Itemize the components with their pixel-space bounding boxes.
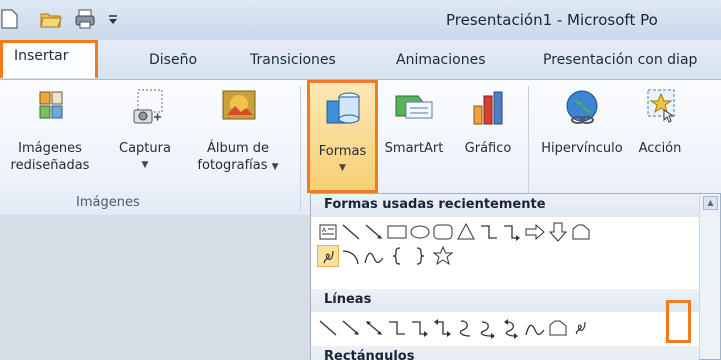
curve-shape-icon[interactable] (363, 245, 385, 267)
text-box-shape-icon[interactable]: A (317, 221, 339, 243)
elbow-arrow-connector-shape-icon[interactable] (501, 221, 523, 243)
captura-button[interactable]: Captura ▼ (110, 88, 180, 174)
tab-transiciones[interactable]: Transiciones (250, 52, 336, 68)
window-title: Presentación1 - Microsoft Po (446, 11, 658, 29)
tab-insertar[interactable]: Insertar (0, 40, 98, 78)
customize-toolbar-icon[interactable] (106, 8, 120, 30)
tab-insertar-label: Insertar (14, 48, 69, 64)
lines-shapes-row (317, 317, 697, 343)
left-brace-shape-icon[interactable] (386, 245, 408, 267)
album-label-2-text: fotografías (197, 158, 268, 173)
photo-album-icon (222, 90, 256, 120)
freeform-scribble-shape-icon[interactable] (317, 245, 339, 267)
new-document-icon[interactable] (0, 8, 22, 30)
captura-caret-icon[interactable]: ▼ (110, 157, 180, 174)
down-arrow-shape-icon[interactable] (547, 221, 569, 243)
smartart-button[interactable]: SmartArt (380, 88, 448, 157)
triangle-shape-icon[interactable] (455, 221, 477, 243)
scroll-up-arrow-icon[interactable]: ▲ (703, 196, 718, 210)
elbow-arrow-connector-icon[interactable] (409, 317, 431, 339)
arrow-line-shape-icon[interactable] (363, 221, 385, 243)
accion-label: Acción (638, 141, 682, 156)
elbow-connector-icon[interactable] (386, 317, 408, 339)
line-icon[interactable] (317, 317, 339, 339)
shapes-icon (326, 92, 359, 124)
rounded-rectangle-shape-icon[interactable] (432, 221, 454, 243)
smartart-label: SmartArt (384, 141, 444, 156)
album-caret-icon[interactable]: ▼ (272, 162, 279, 172)
curved-connector-icon[interactable] (455, 317, 477, 339)
right-brace-shape-icon[interactable] (409, 245, 431, 267)
accion-button[interactable]: Acción (632, 88, 688, 157)
group-separator (300, 86, 301, 210)
curve-icon[interactable] (524, 317, 546, 339)
action-star-icon (647, 89, 675, 123)
rectangles-header: Rectángulos (311, 346, 699, 360)
captura-label: Captura (119, 141, 171, 156)
right-arrow-shape-icon[interactable] (524, 221, 546, 243)
imagenes-label-1: Imágenes (18, 141, 82, 156)
hipervinculo-label: Hipervínculo (541, 141, 623, 156)
print-icon[interactable] (74, 8, 96, 30)
star-shape-icon[interactable] (432, 245, 454, 267)
group-imagenes-label: Imágenes (76, 195, 140, 210)
gallery-scrollbar[interactable]: ▲ (699, 194, 720, 359)
hipervinculo-button[interactable]: Hipervínculo (536, 88, 628, 157)
scribble-highlight-box (666, 300, 691, 343)
imagenes-redisenadas-button[interactable]: Imágenes rediseñadas (2, 88, 98, 174)
tab-animaciones[interactable]: Animaciones (396, 52, 486, 68)
clip-art-icon (39, 91, 63, 119)
curved-double-arrow-connector-icon[interactable] (501, 317, 523, 339)
grafico-button[interactable]: Gráfico (456, 88, 520, 157)
oval-shape-icon[interactable] (409, 221, 431, 243)
recent-shapes-row-2 (317, 245, 517, 271)
freeform-icon[interactable] (547, 317, 569, 339)
arc-shape-icon[interactable] (340, 245, 362, 267)
rectangle-shape-icon[interactable] (386, 221, 408, 243)
formas-button[interactable]: Formas ▼ (307, 80, 378, 193)
group-separator-2 (528, 86, 529, 210)
elbow-connector-shape-icon[interactable] (478, 221, 500, 243)
imagenes-label-2: rediseñadas (10, 158, 90, 173)
arrow-line-icon[interactable] (340, 317, 362, 339)
recent-shapes-row-1: A (317, 221, 697, 247)
curved-arrow-connector-icon[interactable] (478, 317, 500, 339)
elbow-double-arrow-connector-icon[interactable] (432, 317, 454, 339)
album-label-2: fotografías ▼ (188, 157, 288, 176)
lines-header: Líneas (311, 289, 699, 312)
title-bar: Presentación1 - Microsoft Po (0, 0, 721, 40)
snip-rectangle-shape-icon[interactable] (570, 221, 592, 243)
album-fotografias-button[interactable]: Álbum de fotografías ▼ (188, 88, 288, 176)
formas-caret-icon: ▼ (339, 163, 346, 173)
double-arrow-line-icon[interactable] (363, 317, 385, 339)
shapes-gallery-dropdown: Formas usadas recientemente A Líneas Rec… (310, 193, 721, 360)
screenshot-icon (133, 89, 163, 124)
scribble-icon[interactable] (570, 317, 592, 339)
tab-diseno[interactable]: Diseño (149, 52, 197, 68)
hyperlink-globe-icon (566, 90, 598, 124)
tab-presentacion[interactable]: Presentación con diap (543, 52, 697, 68)
recent-shapes-header: Formas usadas recientemente (311, 194, 699, 217)
formas-label: Formas (318, 144, 367, 159)
smartart-icon (395, 95, 433, 119)
ribbon-tab-bar: Insertar Diseño Transiciones Animaciones… (0, 40, 721, 80)
line-shape-icon[interactable] (340, 221, 362, 243)
grafico-label: Gráfico (464, 141, 512, 156)
chart-icon (473, 91, 503, 125)
album-label-1: Álbum de (206, 141, 270, 156)
open-folder-icon[interactable] (40, 8, 62, 30)
